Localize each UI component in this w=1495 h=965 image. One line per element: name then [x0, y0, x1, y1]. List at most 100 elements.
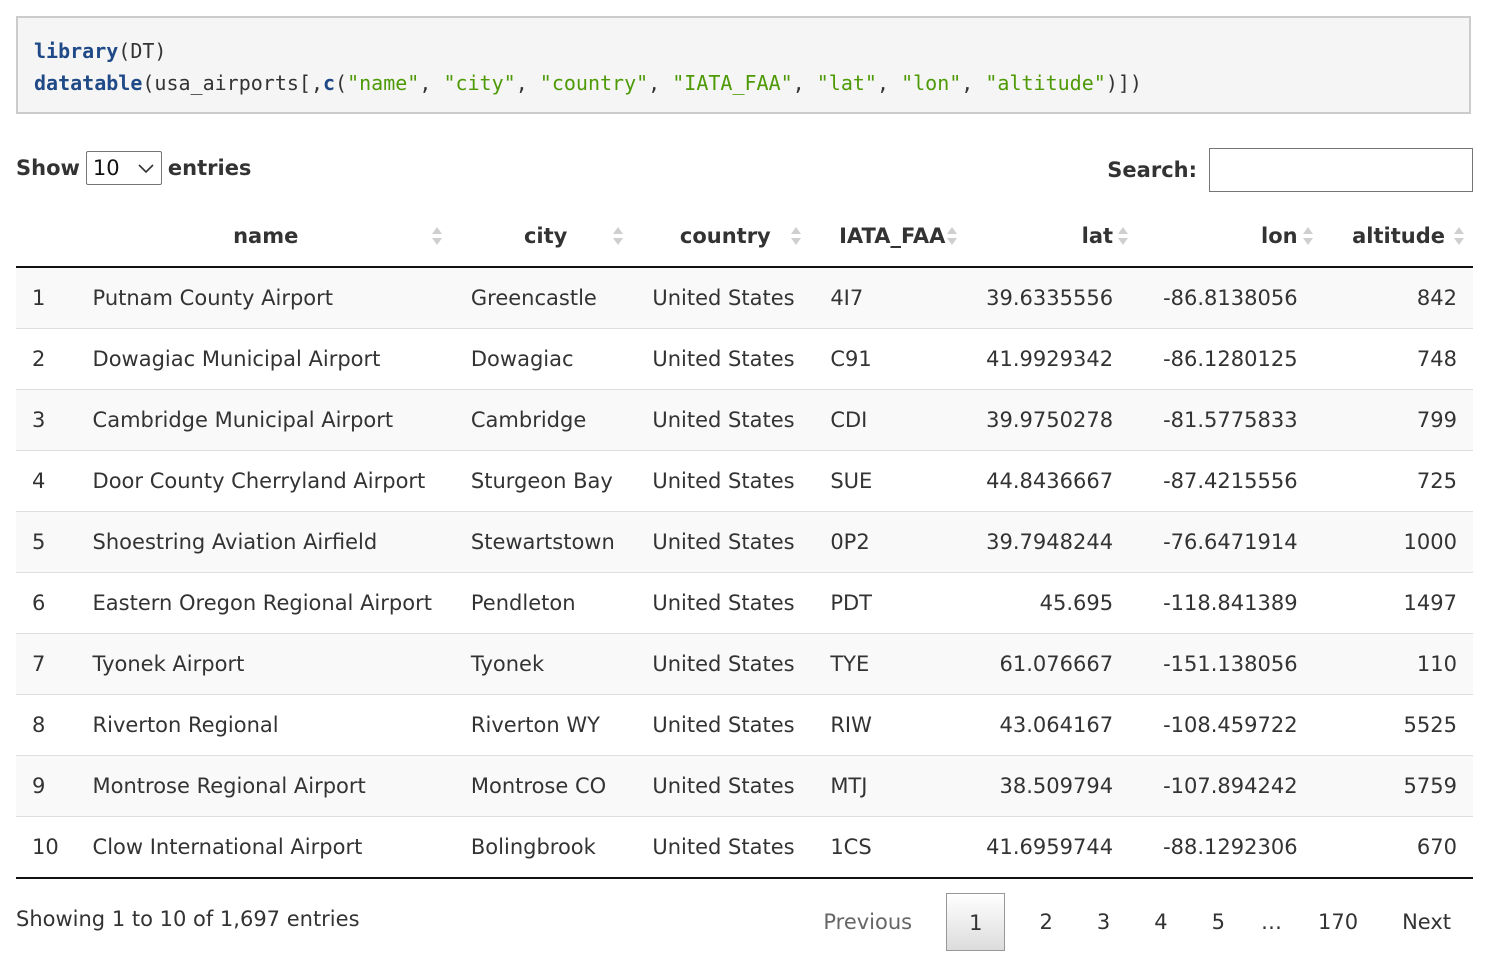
code-separator: , — [961, 71, 986, 95]
cell-iata-faa: PDT — [814, 572, 971, 634]
code-string-arg: "IATA_FAA" — [672, 71, 793, 95]
cell-name: Montrose Regional Airport — [76, 755, 455, 817]
cell-altitude: 1497 — [1331, 572, 1473, 634]
sort-icon — [1118, 226, 1129, 245]
cell-lat: 44.8436667 — [970, 450, 1148, 512]
cell-index: 6 — [16, 572, 77, 634]
chevron-down-icon — [138, 164, 154, 174]
cell-city: Sturgeon Bay — [454, 450, 637, 512]
cell-city: Pendleton — [454, 572, 637, 634]
cell-country: United States — [636, 755, 815, 817]
code-line-2: datatable(usa_airports[,c("name", "city"… — [34, 71, 1142, 95]
code-args: "name", "city", "country", "IATA_FAA", "… — [347, 71, 1106, 95]
code-text: )]) — [1105, 71, 1142, 95]
code-block: library(DT) datatable(usa_airports[,c("n… — [16, 16, 1471, 114]
cell-altitude: 670 — [1331, 816, 1473, 879]
cell-name: Dowagiac Municipal Airport — [76, 328, 455, 390]
entries-length-value: 10 — [92, 156, 120, 180]
cell-lat: 41.6959744 — [970, 816, 1148, 879]
sort-icon — [1302, 226, 1313, 245]
cell-altitude: 1000 — [1331, 511, 1473, 573]
cell-iata-faa: 0P2 — [814, 511, 971, 573]
code-string-arg: "city" — [443, 71, 516, 95]
cell-index: 9 — [16, 755, 77, 817]
table-row[interactable]: 4 Door County Cherryland Airport Sturgeon … — [16, 450, 1473, 512]
code-text: (DT) — [118, 39, 167, 63]
cell-city: Dowagiac — [454, 328, 637, 390]
page-button-170[interactable]: 170 — [1296, 893, 1380, 951]
cell-name: Door County Cherryland Airport — [76, 450, 455, 512]
cell-lat: 39.7948244 — [970, 511, 1148, 573]
page-button-3[interactable]: 3 — [1075, 893, 1132, 951]
sort-icon — [947, 226, 958, 245]
search-label: Search: — [1107, 158, 1197, 182]
column-header-city[interactable]: city — [454, 205, 637, 268]
code-separator: , — [515, 71, 540, 95]
code-function-c: c — [323, 71, 336, 95]
cell-country: United States — [636, 816, 815, 879]
cell-iata-faa: MTJ — [814, 755, 971, 817]
cell-iata-faa: 1CS — [814, 816, 971, 879]
table-row[interactable]: 10 Clow International Airport Bolingbrook U… — [16, 816, 1473, 879]
cell-index: 7 — [16, 633, 77, 695]
code-separator: , — [792, 71, 817, 95]
table-info: Showing 1 to 10 of 1,697 entries — [16, 907, 360, 931]
column-header-lat[interactable]: lat — [970, 205, 1148, 268]
code-string-arg: "altitude" — [985, 71, 1106, 95]
cell-name: Riverton Regional — [76, 694, 455, 756]
cell-lon: -76.6471914 — [1147, 511, 1332, 573]
table-row[interactable]: 7 Tyonek Airport Tyonek United States TYE 61.… — [16, 633, 1473, 695]
length-control: Show 10 entries — [16, 150, 251, 186]
cell-iata-faa: RIW — [814, 694, 971, 756]
cell-country: United States — [636, 450, 815, 512]
column-header-altitude[interactable]: altitude — [1331, 205, 1473, 268]
previous-page-button[interactable]: Previous — [801, 893, 934, 951]
table-row[interactable]: 1 Putnam County Airport Greencastle United … — [16, 267, 1473, 329]
column-header-label: lat — [1081, 223, 1114, 248]
cell-city: Tyonek — [454, 633, 637, 695]
cell-city: Stewartstown — [454, 511, 637, 573]
cell-country: United States — [636, 389, 815, 451]
sort-icon — [1454, 226, 1464, 245]
pagination: Previous 1 2 3 4 5 … 170 Next — [801, 892, 1473, 952]
table-row[interactable]: 3 Cambridge Municipal Airport Cambridge Uni… — [16, 389, 1473, 451]
page-button-4[interactable]: 4 — [1132, 893, 1189, 951]
cell-country: United States — [636, 572, 815, 634]
code-text: (usa_airports[, — [142, 71, 323, 95]
cell-index: 1 — [16, 267, 77, 329]
table-row[interactable]: 8 Riverton Regional Riverton WY United Stat… — [16, 694, 1473, 756]
sort-icon — [791, 226, 802, 245]
table-row[interactable]: 5 Shoestring Aviation Airfield Stewartstow… — [16, 511, 1473, 573]
page-button-2[interactable]: 2 — [1017, 893, 1074, 951]
cell-index: 8 — [16, 694, 77, 756]
cell-altitude: 110 — [1331, 633, 1473, 695]
cell-country: United States — [636, 694, 815, 756]
column-header-label: name — [233, 223, 299, 248]
page-button-1[interactable]: 1 — [946, 893, 1006, 951]
entries-label: entries — [167, 156, 252, 180]
cell-index: 2 — [16, 328, 77, 390]
cell-country: United States — [636, 267, 815, 329]
cell-lon: -108.459722 — [1147, 694, 1332, 756]
cell-lon: -86.1280125 — [1147, 328, 1332, 390]
column-header-iata-faa[interactable]: IATA_FAA — [814, 205, 971, 268]
column-header-name[interactable]: name — [76, 205, 455, 268]
sort-icon — [613, 226, 624, 245]
code-function-library: library — [34, 39, 119, 63]
search-input[interactable] — [1209, 148, 1473, 192]
code-text: ( — [335, 71, 348, 95]
column-header-country[interactable]: country — [636, 205, 815, 268]
next-page-button[interactable]: Next — [1380, 893, 1473, 951]
code-string-arg: "country" — [539, 71, 649, 95]
cell-name: Cambridge Municipal Airport — [76, 389, 455, 451]
table-row[interactable]: 9 Montrose Regional Airport Montrose CO Uni… — [16, 755, 1473, 817]
column-header-lon[interactable]: lon — [1147, 205, 1332, 268]
cell-city: Bolingbrook — [454, 816, 637, 879]
cell-lon: -87.4215556 — [1147, 450, 1332, 512]
cell-name: Putnam County Airport — [76, 267, 455, 329]
cell-altitude: 5759 — [1331, 755, 1473, 817]
entries-length-select[interactable]: 10 — [85, 151, 162, 185]
table-row[interactable]: 6 Eastern Oregon Regional Airport Pendleto… — [16, 572, 1473, 634]
table-row[interactable]: 2 Dowagiac Municipal Airport Dowagiac Unite… — [16, 328, 1473, 390]
page-button-5[interactable]: 5 — [1190, 893, 1247, 951]
